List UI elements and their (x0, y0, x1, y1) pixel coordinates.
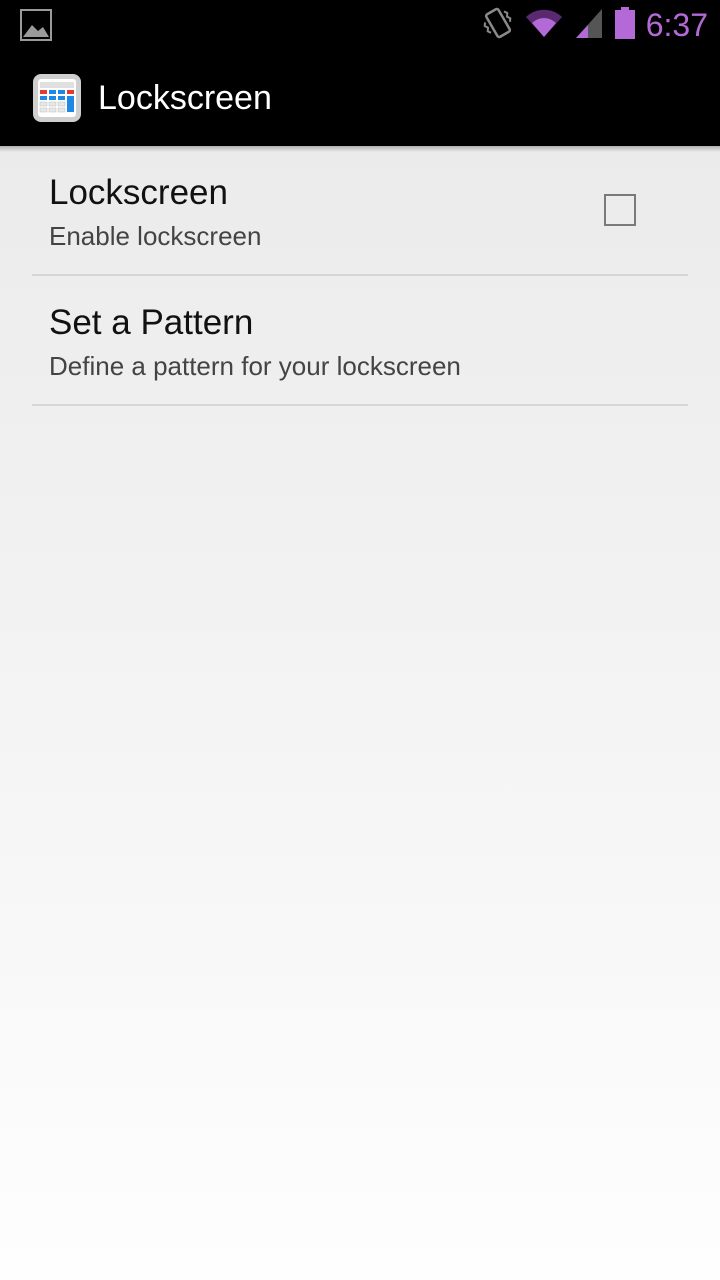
pref-item-lockscreen[interactable]: Lockscreen Enable lockscreen (32, 146, 688, 276)
vibrate-icon (482, 5, 514, 46)
pref-title-set-pattern: Set a Pattern (49, 303, 254, 342)
status-bar: 6:37 (0, 0, 720, 50)
action-bar: Lockscreen (0, 50, 720, 146)
preferences-list: Lockscreen Enable lockscreen Set a Patte… (0, 146, 720, 1280)
action-bar-title: Lockscreen (98, 78, 272, 117)
wifi-icon (524, 7, 564, 44)
calculator-app-icon[interactable] (32, 73, 82, 123)
pref-summary-set-pattern: Define a pattern for your lockscreen (49, 351, 461, 381)
pref-title-lockscreen: Lockscreen (49, 173, 228, 212)
status-icons: 6:37 (472, 0, 708, 50)
signal-icon (574, 7, 604, 44)
lockscreen-checkbox[interactable] (604, 194, 636, 226)
status-time: 6:37 (645, 6, 708, 43)
pref-item-set-pattern[interactable]: Set a Pattern Define a pattern for your … (32, 276, 688, 406)
pref-summary-lockscreen: Enable lockscreen (49, 221, 262, 251)
battery-icon (614, 6, 636, 45)
image-notification-icon (20, 9, 52, 46)
